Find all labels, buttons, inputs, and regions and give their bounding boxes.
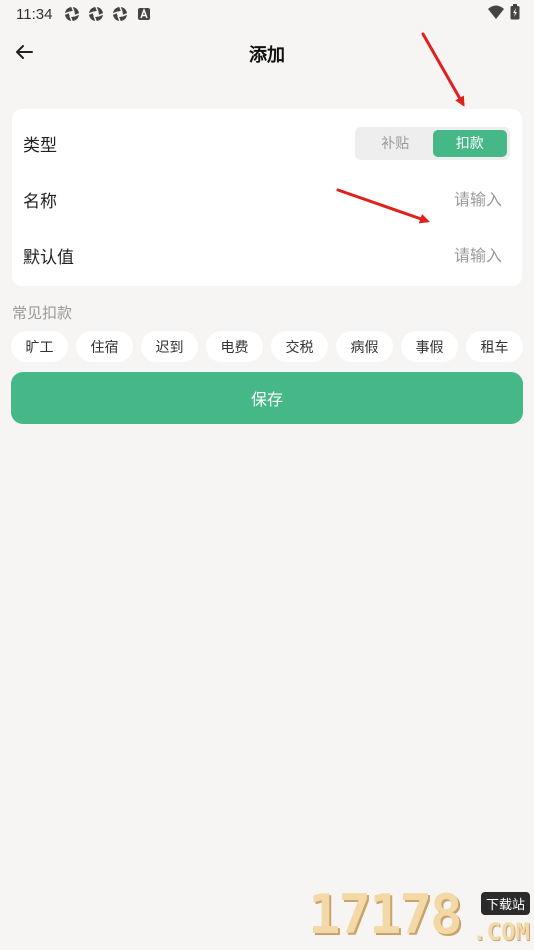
watermark-badge: 下载站 bbox=[480, 892, 530, 915]
chip-absent[interactable]: 旷工 bbox=[11, 331, 68, 362]
page-title: 添加 bbox=[249, 45, 285, 66]
back-button[interactable] bbox=[8, 38, 40, 70]
watermark-suffix: .COM bbox=[472, 918, 530, 946]
segment-allowance[interactable]: 补贴 bbox=[358, 130, 433, 157]
watermark-number: 17178 bbox=[308, 883, 463, 946]
aperture-icon bbox=[88, 6, 104, 22]
app-bar: 添加 bbox=[0, 28, 534, 80]
aperture-icon bbox=[64, 6, 80, 22]
wifi-icon bbox=[488, 5, 504, 23]
aperture-icon bbox=[112, 6, 128, 22]
a-box-icon bbox=[136, 6, 152, 22]
status-time: 11:34 bbox=[16, 5, 53, 23]
chip-personal-leave[interactable]: 事假 bbox=[401, 331, 458, 362]
type-row: 类型 补贴 扣款 bbox=[12, 115, 522, 171]
chip-lodging[interactable]: 住宿 bbox=[76, 331, 133, 362]
chip-electricity[interactable]: 电费 bbox=[206, 331, 263, 362]
segment-deduction[interactable]: 扣款 bbox=[432, 129, 507, 157]
chip-late[interactable]: 迟到 bbox=[141, 331, 198, 362]
chip-car-rental[interactable]: 租车 bbox=[466, 331, 523, 362]
battery-icon bbox=[510, 4, 520, 24]
status-right bbox=[488, 4, 520, 24]
type-label: 类型 bbox=[23, 135, 57, 156]
name-label: 名称 bbox=[23, 191, 57, 212]
name-input[interactable] bbox=[290, 189, 510, 209]
name-row: 名称 bbox=[12, 171, 522, 227]
form-card: 类型 补贴 扣款 名称 默认值 bbox=[12, 109, 522, 286]
default-value-label: 默认值 bbox=[23, 247, 74, 268]
default-value-row: 默认值 bbox=[12, 227, 522, 283]
save-button[interactable]: 保存 bbox=[11, 372, 523, 424]
chip-sick-leave[interactable]: 病假 bbox=[336, 331, 393, 362]
status-bar: 11:34 bbox=[0, 0, 534, 28]
arrow-left-icon bbox=[14, 42, 34, 66]
type-segmented-control: 补贴 扣款 bbox=[355, 126, 510, 160]
common-deductions-title: 常见扣款 bbox=[12, 304, 73, 322]
chip-tax[interactable]: 交税 bbox=[271, 331, 328, 362]
default-value-input[interactable] bbox=[290, 245, 510, 265]
site-watermark: 17178 下载站 .COM bbox=[308, 883, 534, 950]
common-deductions-chips: 旷工 住宿 迟到 电费 交税 病假 事假 租车 bbox=[11, 331, 523, 362]
